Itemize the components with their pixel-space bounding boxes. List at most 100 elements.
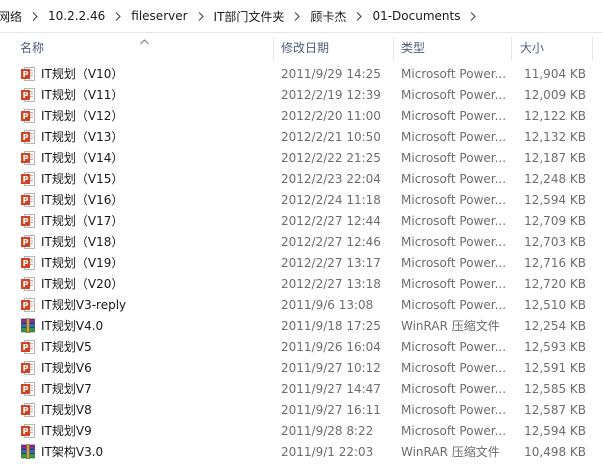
file-date: 2011/9/18 17:25	[281, 319, 381, 333]
chevron-right-icon[interactable]	[464, 11, 482, 21]
file-row[interactable]: P IT规划（V17） 2012/2/27 12:44 Microsoft Power…	[0, 211, 603, 232]
file-name: IT规划（V10）	[41, 67, 124, 81]
chevron-right-icon[interactable]	[109, 11, 127, 21]
breadcrumb-it-folder[interactable]: IT部门文件夹	[210, 8, 289, 25]
powerpoint-file-icon: P	[20, 87, 36, 103]
file-row[interactable]: P IT规划（V12） 2012/2/20 11:00 Microsoft Power…	[0, 106, 603, 127]
file-name: IT规划V5	[41, 340, 92, 354]
column-divider[interactable]	[592, 37, 593, 61]
file-type: Microsoft Power...	[401, 172, 507, 186]
address-bar[interactable]: 网络 10.2.2.46 fileserver IT部门文件夹 顾卡杰 01-D…	[0, 0, 603, 33]
file-type: Microsoft Power...	[401, 151, 507, 165]
powerpoint-file-icon: P	[20, 360, 36, 376]
svg-text:P: P	[23, 133, 29, 142]
file-date: 2012/2/24 11:18	[281, 193, 381, 207]
file-size: 12,122 KB	[524, 109, 586, 123]
file-size: 12,585 KB	[524, 382, 586, 396]
file-name: IT规划（V16）	[41, 193, 124, 207]
breadcrumb-network[interactable]: 网络	[0, 8, 26, 25]
file-row[interactable]: P IT规划V8 2011/9/27 16:11 Microsoft Power...…	[0, 400, 603, 421]
column-divider[interactable]	[273, 37, 274, 61]
file-row[interactable]: P IT规划（V14） 2012/2/22 21:25 Microsoft Power…	[0, 148, 603, 169]
svg-text:P: P	[23, 196, 29, 205]
powerpoint-file-icon: P	[20, 297, 36, 313]
file-size: 12,703 KB	[524, 235, 586, 249]
file-name: IT规划（V13）	[41, 130, 124, 144]
svg-text:P: P	[23, 91, 29, 100]
file-type: WinRAR 压缩文件	[401, 319, 500, 333]
powerpoint-file-icon: P	[20, 234, 36, 250]
file-name: IT规划V6	[41, 361, 92, 375]
file-name: IT规划V8	[41, 403, 92, 417]
file-name: IT规划（V12）	[41, 109, 124, 123]
file-row[interactable]: P IT规划（V18） 2012/2/27 12:46 Microsoft Power…	[0, 232, 603, 253]
file-row[interactable]: P IT规划V5 2011/9/26 16:04 Microsoft Power...…	[0, 337, 603, 358]
file-row[interactable]: P IT规划V7 2011/9/27 14:47 Microsoft Power...…	[0, 379, 603, 400]
breadcrumb-user-folder[interactable]: 顾卡杰	[306, 8, 350, 25]
file-type: Microsoft Power...	[401, 67, 507, 81]
file-row[interactable]: P IT规划（V15） 2012/2/23 22:04 Microsoft Power…	[0, 169, 603, 190]
file-name: IT规划（V17）	[41, 214, 124, 228]
chevron-right-icon[interactable]	[288, 11, 306, 21]
file-name: IT规划（V19）	[41, 256, 124, 270]
file-date: 2011/9/28 8:22	[281, 424, 374, 438]
chevron-right-icon[interactable]	[26, 11, 44, 21]
breadcrumb-host[interactable]: 10.2.2.46	[44, 9, 109, 23]
file-row[interactable]: P IT规划V6 2011/9/27 10:12 Microsoft Power...…	[0, 358, 603, 379]
powerpoint-file-icon: P	[20, 339, 36, 355]
file-row[interactable]: P IT规划（V10） 2011/9/29 14:25 Microsoft Power…	[0, 64, 603, 85]
column-divider[interactable]	[511, 37, 512, 61]
powerpoint-file-icon: P	[20, 129, 36, 145]
file-row[interactable]: P IT规划（V11） 2012/2/19 12:39 Microsoft Power…	[0, 85, 603, 106]
file-type: Microsoft Power...	[401, 382, 507, 396]
column-header-date[interactable]: 修改日期	[281, 33, 329, 63]
file-date: 2011/9/27 10:12	[281, 361, 381, 375]
column-divider[interactable]	[393, 37, 394, 61]
breadcrumb-fileserver[interactable]: fileserver	[127, 9, 191, 23]
file-date: 2012/2/23 22:04	[281, 172, 381, 186]
file-row[interactable]: P IT规划（V16） 2012/2/24 11:18 Microsoft Power…	[0, 190, 603, 211]
file-row[interactable]: IT规划V4.0 2011/9/18 17:25 WinRAR 压缩文件 12,254…	[0, 316, 603, 337]
file-size: 12,009 KB	[524, 88, 586, 102]
svg-text:P: P	[23, 364, 29, 373]
svg-text:P: P	[23, 406, 29, 415]
column-header-row: 名称 修改日期 类型 大小	[0, 33, 603, 63]
file-row[interactable]: P IT规划（V20） 2012/2/27 13:18 Microsoft Power…	[0, 274, 603, 295]
file-date: 2011/9/1 22:03	[281, 445, 374, 459]
column-header-size[interactable]: 大小	[520, 33, 544, 63]
file-size: 12,709 KB	[524, 214, 586, 228]
file-size: 11,904 KB	[524, 67, 586, 81]
powerpoint-file-icon: P	[20, 66, 36, 82]
file-name: IT规划（V15）	[41, 172, 124, 186]
file-name: IT规划V3-reply	[41, 298, 127, 312]
file-list: P IT规划（V10） 2011/9/29 14:25 Microsoft Power…	[0, 64, 603, 463]
file-row[interactable]: P IT规划V9 2011/9/28 8:22 Microsoft Power... 1…	[0, 421, 603, 442]
file-type: Microsoft Power...	[401, 193, 507, 207]
chevron-right-icon[interactable]	[192, 11, 210, 21]
breadcrumb-documents[interactable]: 01-Documents	[368, 9, 464, 23]
powerpoint-file-icon: P	[20, 171, 36, 187]
svg-text:P: P	[23, 70, 29, 79]
file-type: Microsoft Power...	[401, 88, 507, 102]
file-row[interactable]: P IT规划（V19） 2012/2/27 13:17 Microsoft Power…	[0, 253, 603, 274]
chevron-right-icon[interactable]	[350, 11, 368, 21]
svg-text:P: P	[23, 112, 29, 121]
file-row[interactable]: P IT规划V3-reply 2011/9/6 13:08 Microsoft Pow…	[0, 295, 603, 316]
file-name: IT规划（V11）	[41, 88, 124, 102]
powerpoint-file-icon: P	[20, 150, 36, 166]
file-row[interactable]: P IT规划（V13） 2012/2/21 10:50 Microsoft Power…	[0, 127, 603, 148]
svg-text:P: P	[23, 238, 29, 247]
file-name: IT架构V3.0	[41, 445, 104, 459]
sort-ascending-icon	[140, 34, 149, 48]
file-size: 12,132 KB	[524, 130, 586, 144]
file-date: 2012/2/21 10:50	[281, 130, 381, 144]
column-header-type[interactable]: 类型	[401, 33, 425, 63]
file-row[interactable]: IT架构V3.0 2011/9/1 22:03 WinRAR 压缩文件 10,498 …	[0, 442, 603, 463]
file-size: 12,591 KB	[524, 361, 586, 375]
file-date: 2012/2/27 12:44	[281, 214, 381, 228]
file-date: 2011/9/27 16:11	[281, 403, 381, 417]
file-date: 2012/2/22 21:25	[281, 151, 381, 165]
file-name: IT规划（V14）	[41, 151, 124, 165]
column-header-name[interactable]: 名称	[20, 33, 44, 63]
file-date: 2011/9/27 14:47	[281, 382, 381, 396]
